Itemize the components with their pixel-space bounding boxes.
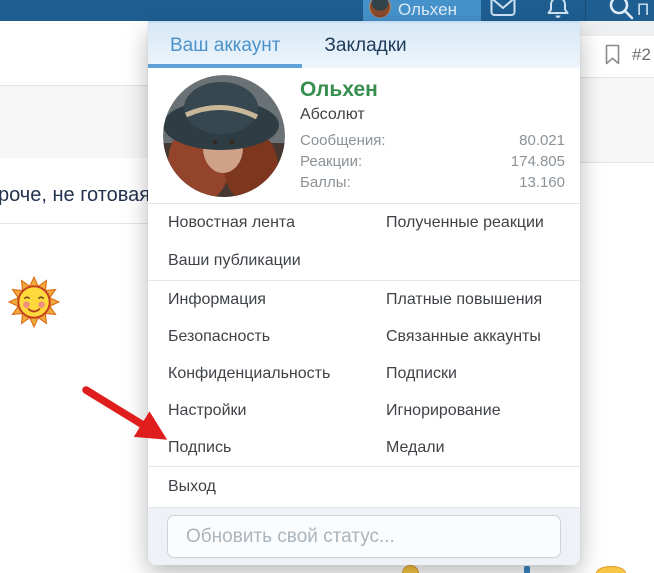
topbar-username: Ольхен bbox=[398, 0, 457, 19]
menu-item-signature[interactable]: Подпись bbox=[168, 439, 386, 457]
bookmark-icon[interactable] bbox=[604, 44, 621, 65]
screenshot-stage: роче, не готовая #2 Ольхен П Ваш аккаунт… bbox=[0, 0, 654, 573]
account-menu-button[interactable]: Ольхен bbox=[363, 0, 481, 21]
stat-label: Сообщения: bbox=[300, 132, 386, 149]
menu-section-logout: Выход bbox=[148, 466, 580, 507]
stat-points: Баллы: 13.160 bbox=[300, 172, 565, 193]
bookmark-row: #2 bbox=[604, 44, 651, 65]
tab-bookmarks[interactable]: Закладки bbox=[302, 23, 428, 68]
stat-label: Реакции: bbox=[300, 153, 363, 170]
stat-label: Баллы: bbox=[300, 174, 351, 191]
inbox-icon[interactable] bbox=[490, 0, 516, 19]
user-info: Ольхен Абсолют Сообщения: 80.021 Реакции… bbox=[300, 75, 565, 203]
menu-item-ignoring[interactable]: Игнорирование bbox=[386, 402, 560, 420]
page-divider bbox=[580, 162, 654, 163]
top-navigation-bar: Ольхен П bbox=[0, 0, 654, 30]
page-band bbox=[0, 86, 148, 158]
user-stats: Сообщения: 80.021 Реакции: 174.805 Баллы… bbox=[300, 130, 565, 193]
user-summary-card: Ольхен Абсолют Сообщения: 80.021 Реакции… bbox=[148, 68, 580, 203]
emoji-peek bbox=[524, 566, 530, 573]
account-dropdown-menu: Ваш аккаунт Закладки Ольхен Абсолют Сооб… bbox=[148, 21, 580, 565]
menu-section-settings: Информация Платные повышения Безопасност… bbox=[148, 280, 580, 466]
search-label[interactable]: П bbox=[637, 0, 649, 20]
menu-row: Конфиденциальность Подписки bbox=[148, 355, 580, 392]
emoji-peek bbox=[402, 565, 419, 573]
avatar[interactable] bbox=[163, 75, 285, 197]
tab-label: Закладки bbox=[324, 34, 407, 56]
menu-item-account-upgrades[interactable]: Платные повышения bbox=[386, 291, 560, 309]
page-divider bbox=[0, 223, 148, 224]
menu-item-logout[interactable]: Выход bbox=[168, 478, 386, 496]
page-band bbox=[580, 21, 654, 36]
stat-value: 80.021 bbox=[519, 132, 565, 149]
avatar bbox=[369, 0, 391, 18]
menu-row: Информация Платные повышения bbox=[148, 281, 580, 318]
stat-reactions: Реакции: 174.805 bbox=[300, 151, 565, 172]
stat-value: 174.805 bbox=[510, 153, 565, 170]
topbar-separator bbox=[585, 0, 586, 21]
menu-row: Выход bbox=[148, 467, 580, 507]
menu-item-medals[interactable]: Медали bbox=[386, 439, 560, 457]
tab-your-account[interactable]: Ваш аккаунт bbox=[148, 23, 302, 68]
alerts-icon[interactable] bbox=[546, 0, 570, 20]
menu-section-content: Новостная лента Полученные реакции Ваши … bbox=[148, 203, 580, 280]
menu-item-preferences[interactable]: Настройки bbox=[168, 402, 386, 420]
post-number-link[interactable]: #2 bbox=[632, 45, 651, 65]
sun-smiley-emoji bbox=[8, 276, 60, 328]
user-title: Абсолют bbox=[300, 106, 365, 123]
dropdown-tabbar: Ваш аккаунт Закладки bbox=[148, 21, 580, 68]
menu-row: Безопасность Связанные аккаунты bbox=[148, 318, 580, 355]
menu-row: Настройки Игнорирование bbox=[148, 392, 580, 429]
menu-item-connected-accounts[interactable]: Связанные аккаунты bbox=[386, 328, 560, 346]
menu-row: Подпись Медали bbox=[148, 429, 580, 466]
dropdown-footer bbox=[148, 507, 580, 565]
emoji-peek bbox=[596, 566, 626, 573]
menu-row: Ваши публикации bbox=[148, 242, 580, 280]
menu-item-news-feed[interactable]: Новостная лента bbox=[168, 214, 386, 232]
search-icon[interactable] bbox=[607, 0, 635, 21]
menu-item-account-details[interactable]: Информация bbox=[168, 291, 386, 309]
username[interactable]: Ольхен bbox=[300, 77, 565, 103]
menu-item-reactions-received[interactable]: Полученные реакции bbox=[386, 214, 560, 232]
page-text-snippet: роче, не готовая bbox=[0, 184, 151, 206]
menu-row: Новостная лента Полученные реакции bbox=[148, 204, 580, 242]
menu-item-following[interactable]: Подписки bbox=[386, 365, 560, 383]
menu-item-security[interactable]: Безопасность bbox=[168, 328, 386, 346]
menu-item-your-content[interactable]: Ваши публикации bbox=[168, 252, 386, 270]
stat-messages: Сообщения: 80.021 bbox=[300, 130, 565, 151]
stat-value: 13.160 bbox=[519, 174, 565, 191]
tab-label: Ваш аккаунт bbox=[170, 34, 281, 56]
page-band bbox=[580, 78, 654, 162]
menu-item-privacy[interactable]: Конфиденциальность bbox=[168, 365, 386, 383]
status-update-input[interactable] bbox=[167, 515, 561, 558]
